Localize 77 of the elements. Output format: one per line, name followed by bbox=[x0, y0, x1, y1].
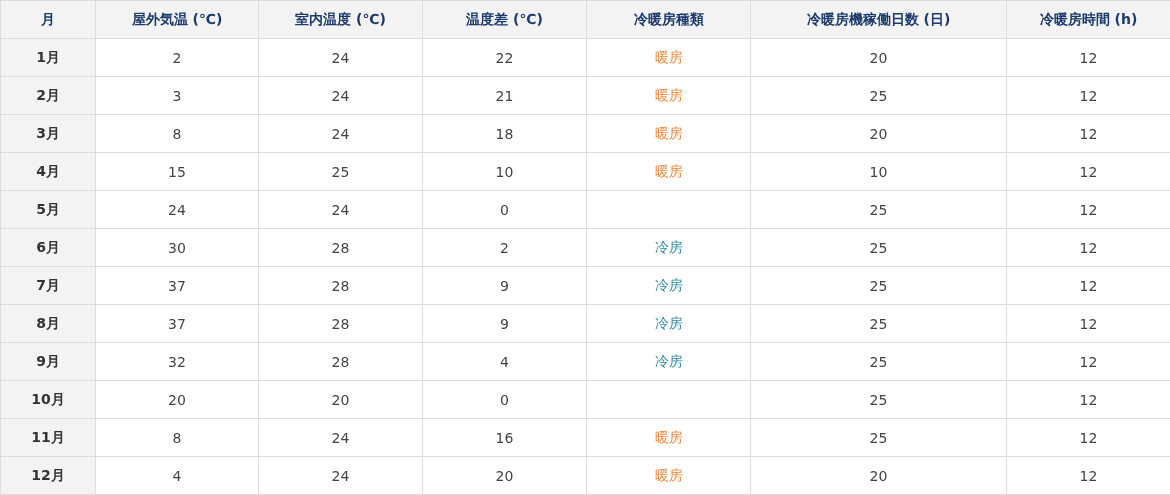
table-cell: 2 bbox=[95, 38, 259, 77]
table-cell: 28 bbox=[258, 266, 423, 305]
table-cell: 25 bbox=[750, 266, 1007, 305]
table-cell: 20 bbox=[750, 38, 1007, 77]
row-header: 11月 bbox=[0, 418, 96, 457]
column-header: 室内温度 (℃) bbox=[258, 0, 423, 39]
table-cell: 2 bbox=[422, 228, 587, 267]
table-cell: 9 bbox=[422, 304, 587, 343]
table-cell: 20 bbox=[95, 380, 259, 419]
type-label: 暖房 bbox=[654, 48, 683, 65]
table-cell: 8 bbox=[95, 114, 259, 153]
table-cell: 21 bbox=[422, 76, 587, 115]
type-label: 冷房 bbox=[654, 314, 683, 331]
row-header: 8月 bbox=[0, 304, 96, 343]
table-cell: 22 bbox=[422, 38, 587, 77]
table-cell: 15 bbox=[95, 152, 259, 191]
row-header: 7月 bbox=[0, 266, 96, 305]
table-cell: 18 bbox=[422, 114, 587, 153]
row-header: 3月 bbox=[0, 114, 96, 153]
table-cell: 20 bbox=[258, 380, 423, 419]
table-cell: 25 bbox=[750, 76, 1007, 115]
table-cell: 24 bbox=[258, 456, 423, 495]
table-cell: 25 bbox=[750, 190, 1007, 229]
column-header: 冷暖房種類 bbox=[586, 0, 751, 39]
table-cell: 37 bbox=[95, 304, 259, 343]
type-label: 暖房 bbox=[654, 428, 683, 445]
table-cell: 25 bbox=[258, 152, 423, 191]
table-cell: 28 bbox=[258, 228, 423, 267]
row-header: 4月 bbox=[0, 152, 96, 191]
row-header: 6月 bbox=[0, 228, 96, 267]
column-header: 冷暖房時間 (h) bbox=[1006, 0, 1170, 39]
table-cell: 24 bbox=[95, 190, 259, 229]
column-header: 月 bbox=[0, 0, 96, 39]
table-cell: 9 bbox=[422, 266, 587, 305]
table-cell: 25 bbox=[750, 380, 1007, 419]
table-cell: 4 bbox=[95, 456, 259, 495]
table-cell: 24 bbox=[258, 114, 423, 153]
table-cell: 16 bbox=[422, 418, 587, 457]
table-cell: 28 bbox=[258, 342, 423, 381]
row-header: 9月 bbox=[0, 342, 96, 381]
table-cell: 10 bbox=[422, 152, 587, 191]
type-label: 暖房 bbox=[654, 86, 683, 103]
type-label: 暖房 bbox=[654, 124, 683, 141]
table-cell: 3 bbox=[95, 76, 259, 115]
type-label: 冷房 bbox=[654, 238, 683, 255]
type-label: 冷房 bbox=[654, 276, 683, 293]
row-header: 2月 bbox=[0, 76, 96, 115]
table-cell: 0 bbox=[422, 190, 587, 229]
table-cell: 24 bbox=[258, 418, 423, 457]
table-cell: 32 bbox=[95, 342, 259, 381]
table-cell: 25 bbox=[750, 304, 1007, 343]
table-cell: 25 bbox=[750, 342, 1007, 381]
type-label: 暖房 bbox=[654, 162, 683, 179]
table-cell: 10 bbox=[750, 152, 1007, 191]
table-cell: 37 bbox=[95, 266, 259, 305]
row-header: 12月 bbox=[0, 456, 96, 495]
table-cell: 20 bbox=[750, 114, 1007, 153]
row-header: 5月 bbox=[0, 190, 96, 229]
table-cell: 24 bbox=[258, 76, 423, 115]
table-cell: 24 bbox=[258, 190, 423, 229]
type-label: 冷房 bbox=[654, 352, 683, 369]
row-header: 1月 bbox=[0, 38, 96, 77]
column-header: 温度差 (℃) bbox=[422, 0, 587, 39]
table-cell: 25 bbox=[750, 228, 1007, 267]
row-header: 10月 bbox=[0, 380, 96, 419]
column-header: 屋外気温 (℃) bbox=[95, 0, 259, 39]
table-cell: 20 bbox=[422, 456, 587, 495]
table-cell: 25 bbox=[750, 418, 1007, 457]
type-label: 暖房 bbox=[654, 466, 683, 483]
table-cell: 0 bbox=[422, 380, 587, 419]
table-cell: 20 bbox=[750, 456, 1007, 495]
table-cell: 30 bbox=[95, 228, 259, 267]
table-cell: 24 bbox=[258, 38, 423, 77]
table-cell: 8 bbox=[95, 418, 259, 457]
column-header: 冷暖房機稼働日数 (日) bbox=[750, 0, 1007, 39]
table-cell: 28 bbox=[258, 304, 423, 343]
table-cell: 4 bbox=[422, 342, 587, 381]
